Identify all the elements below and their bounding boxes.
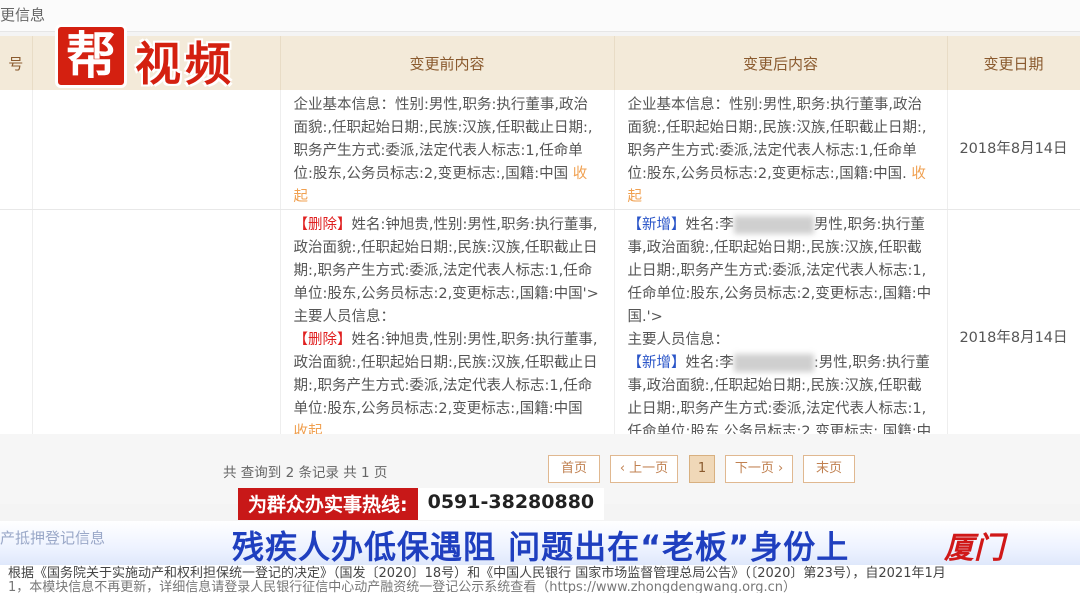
new-tag: 【新增】 — [627, 355, 686, 371]
cell-item — [32, 209, 281, 468]
cell-after: 企业基本信息：性别:男性,职务:执行董事,政治面貌:,任职起始日期:,民族:汉族… — [614, 90, 948, 210]
name-prefix: 姓名:李 — [685, 355, 734, 371]
logo-mark: 帮 — [55, 24, 127, 88]
col-header-index: 号 — [0, 36, 33, 90]
last-page-button[interactable]: 末页 — [803, 455, 855, 483]
footnote-line-2: 1，本模块信息不再更新，详细信息请登录人民银行征信中心动产融资统一登记公示系统查… — [8, 580, 797, 593]
headline-bar: 产抵押登记信息 残疾人办低保遇阻 问题出在“老板”身份上 厦门 — [0, 521, 1080, 566]
col-header-before: 变更前内容 — [280, 36, 615, 90]
name-prefix: 姓名:李 — [685, 217, 734, 233]
delete-tag: 【删除】 — [293, 332, 352, 348]
location-tag: 厦门 — [944, 531, 1004, 566]
delete-tag: 【删除】 — [293, 217, 352, 233]
footnote-line-1: 根据《国务院关于实施动产和权利担保统一登记的决定》（国发〔2020〕18号）和《… — [8, 566, 946, 581]
section-label: 主要人员信息： — [627, 332, 730, 348]
cell-before: 企业基本信息：性别:男性,职务:执行董事,政治面貌:,任职起始日期:,民族:汉族… — [280, 90, 615, 210]
section-label: 主要人员信息： — [293, 309, 396, 325]
cell-before: 【删除】姓名:钟旭贵,性别:男性,职务:执行董事,政治面貌:,任职起始日期:,民… — [280, 209, 615, 468]
table-row: 企业基本信息：性别:男性,职务:执行董事,政治面貌:,任职起始日期:,民族:汉族… — [0, 90, 1080, 210]
footnote: 根据《国务院关于实施动产和权利担保统一登记的决定》（国发〔2020〕18号）和《… — [0, 565, 1080, 593]
first-page-button[interactable]: 首页 — [548, 455, 600, 483]
hotline-number: 0591-38280880 — [417, 488, 605, 520]
table-row: 【删除】姓名:钟旭贵,性别:男性,职务:执行董事,政治面貌:,任职起始日期:,民… — [0, 209, 1080, 468]
before-text: 企业基本信息：性别:男性,职务:执行董事,政治面貌:,任职起始日期:,民族:汉族… — [293, 97, 593, 182]
col-header-date: 变更日期 — [947, 36, 1080, 90]
record-count: 共 查询到 2 条记录 共 1 页 — [223, 465, 388, 481]
cell-date: 2018年8月14日 — [947, 90, 1080, 210]
next-page-button[interactable]: 下一页 › — [725, 455, 793, 483]
new-tag: 【新增】 — [627, 217, 686, 233]
blurred-name — [733, 354, 814, 372]
hotline-banner: 为群众办实事热线: 0591-38280880 — [238, 488, 605, 520]
blurred-name — [733, 216, 814, 234]
change-info-table: 号 变更前内容 变更后内容 变更日期 企业基本信息：性别:男性,职务:执行董事,… — [0, 36, 1080, 468]
col-header-after: 变更后内容 — [614, 36, 948, 90]
cell-after: 【新增】姓名:李 男性,职务:执行董事,政治面貌:,任职起始日期:,民族:汉族,任… — [614, 209, 948, 468]
after-text: 企业基本信息：性别:男性,职务:执行董事,政治面貌:,任职起始日期:,民族:汉族… — [627, 97, 927, 182]
hotline-label: 为群众办实事热线: — [238, 488, 418, 520]
cell-index — [0, 209, 33, 468]
page-1-button[interactable]: 1 — [689, 455, 715, 483]
cell-item — [32, 90, 281, 210]
news-headline: 残疾人办低保遇阻 问题出在“老板”身份上 — [232, 528, 850, 566]
logo-text: 视频 — [135, 37, 235, 91]
channel-logo: 帮 视频 — [55, 24, 275, 91]
background-section-title: 产抵押登记信息 — [0, 529, 106, 547]
prev-page-button[interactable]: ‹ 上一页 — [610, 455, 678, 483]
cell-date: 2018年8月14日 — [947, 209, 1080, 468]
cell-index — [0, 90, 33, 210]
